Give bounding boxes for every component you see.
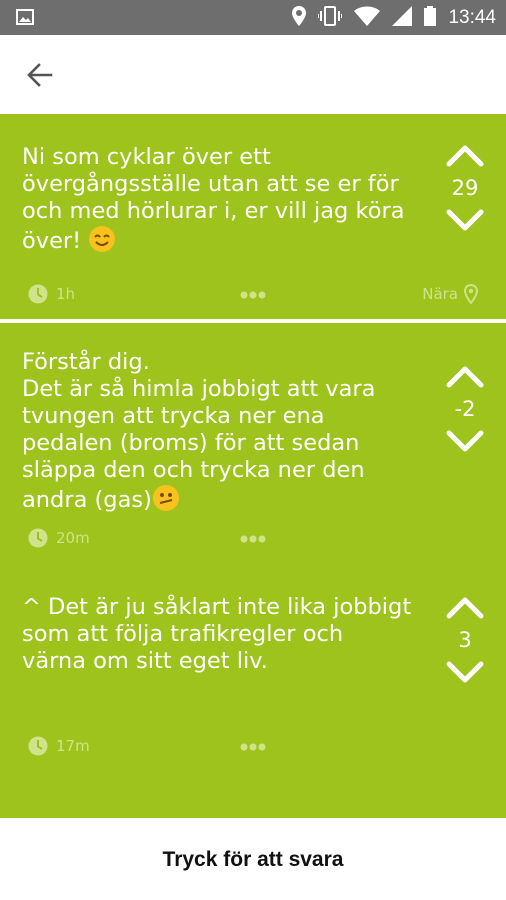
app-bar: [0, 35, 506, 114]
post-time: 17m: [56, 737, 90, 755]
battery-icon: [424, 5, 437, 30]
reply-prompt[interactable]: Tryck för att svara: [0, 848, 506, 872]
post-text: ^ Det är ju såklart inte lika jobbigt so…: [22, 594, 412, 674]
post-meta: 20m: [28, 528, 478, 550]
vote-control: -2: [440, 363, 490, 455]
vote-score: 3: [458, 628, 472, 652]
clock-icon: [28, 736, 48, 756]
location-pin-icon: [464, 284, 478, 304]
upvote-icon[interactable]: [445, 594, 485, 620]
wifi-icon: [354, 6, 381, 30]
back-arrow-icon: [27, 63, 53, 87]
more-options-icon[interactable]: [240, 286, 266, 304]
more-options-icon[interactable]: [240, 530, 266, 548]
smiling-face-emoji-icon: [89, 226, 116, 252]
upvote-icon[interactable]: [445, 142, 485, 168]
status-bar: 13:44: [0, 0, 506, 35]
confused-face-emoji-icon: [152, 485, 179, 511]
post-meta: 1h Nära: [28, 284, 478, 306]
downvote-icon[interactable]: [445, 208, 485, 234]
post-location: Nära: [422, 285, 458, 303]
post-card[interactable]: Ni som cyklar över ett övergångsställe u…: [0, 114, 506, 319]
upvote-icon[interactable]: [445, 363, 485, 389]
signal-icon: [392, 5, 413, 30]
clock-icon: [28, 528, 48, 548]
post-meta: 17m: [28, 736, 478, 758]
post-time: 20m: [56, 529, 90, 547]
downvote-icon[interactable]: [445, 429, 485, 455]
reply-card[interactable]: Förstår dig. Det är så himla jobbigt att…: [0, 323, 506, 568]
gallery-notification-icon: [16, 8, 34, 30]
downvote-icon[interactable]: [445, 660, 485, 686]
vibrate-icon: [317, 5, 344, 30]
location-icon: [292, 5, 307, 30]
vote-score: -2: [454, 397, 476, 421]
reply-card[interactable]: ^ Det är ju såklart inte lika jobbigt so…: [0, 568, 506, 818]
more-options-icon[interactable]: [240, 738, 266, 756]
vote-control: 29: [440, 142, 490, 234]
clock-icon: [28, 284, 48, 304]
back-button[interactable]: [20, 55, 60, 95]
clock: 13:44: [448, 6, 496, 28]
vote-control: 3: [440, 594, 490, 686]
reply-bar[interactable]: Tryck för att svara: [0, 818, 506, 900]
post-text: Förstår dig. Det är så himla jobbigt att…: [22, 349, 376, 513]
post-time: 1h: [56, 285, 76, 303]
post-text: Ni som cyklar över ett övergångsställe u…: [22, 144, 405, 254]
vote-score: 29: [451, 176, 479, 200]
